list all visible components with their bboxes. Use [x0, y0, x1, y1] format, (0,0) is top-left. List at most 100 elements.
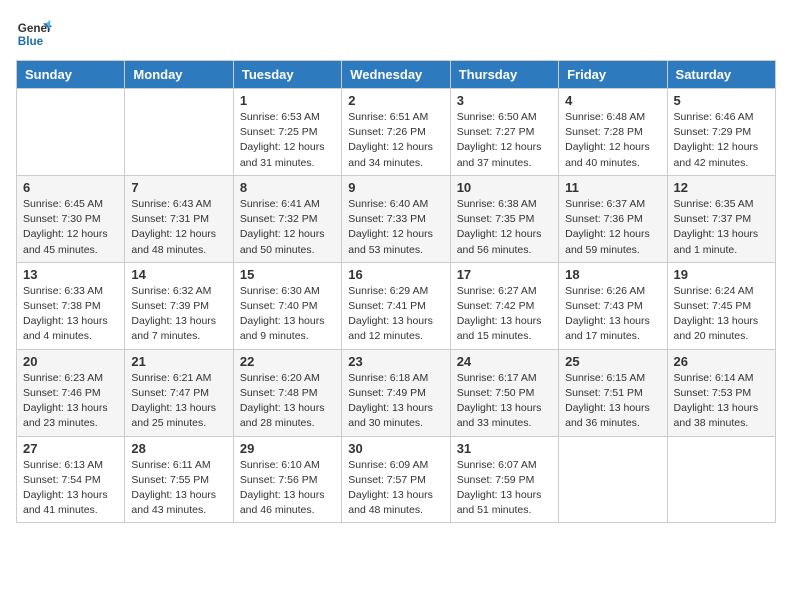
day-detail: Sunrise: 6:38 AM Sunset: 7:35 PM Dayligh… [457, 197, 552, 258]
calendar-cell: 17 Sunrise: 6:27 AM Sunset: 7:42 PM Dayli… [450, 262, 558, 349]
day-detail: Sunrise: 6:14 AM Sunset: 7:53 PM Dayligh… [674, 371, 769, 432]
weekday-header-tuesday: Tuesday [233, 61, 341, 89]
day-number: 10 [457, 180, 552, 195]
day-number: 11 [565, 180, 660, 195]
calendar-week-4: 20Sunrise: 6:23 AM Sunset: 7:46 PM Dayli… [17, 349, 776, 436]
day-detail: Sunrise: 6:20 AM Sunset: 7:48 PM Dayligh… [240, 371, 335, 432]
day-number: 23 [348, 354, 443, 369]
day-number: 12 [674, 180, 769, 195]
calendar-cell: 28Sunrise: 6:11 AM Sunset: 7:55 PM Dayli… [125, 436, 233, 523]
day-number: 4 [565, 93, 660, 108]
day-detail: Sunrise: 6:15 AM Sunset: 7:51 PM Dayligh… [565, 371, 660, 432]
calendar-cell: 20Sunrise: 6:23 AM Sunset: 7:46 PM Dayli… [17, 349, 125, 436]
day-number: 2 [348, 93, 443, 108]
day-detail: Sunrise: 6:13 AM Sunset: 7:54 PM Dayligh… [23, 458, 118, 519]
calendar-cell [667, 436, 775, 523]
day-detail: Sunrise: 6:46 AM Sunset: 7:29 PM Dayligh… [674, 110, 769, 171]
day-detail: Sunrise: 6:35 AM Sunset: 7:37 PM Dayligh… [674, 197, 769, 258]
weekday-header-sunday: Sunday [17, 61, 125, 89]
day-detail: Sunrise: 6:41 AM Sunset: 7:32 PM Dayligh… [240, 197, 335, 258]
day-number: 13 [23, 267, 118, 282]
calendar-cell: 16Sunrise: 6:29 AM Sunset: 7:41 PM Dayli… [342, 262, 450, 349]
calendar-cell: 12 Sunrise: 6:35 AM Sunset: 7:37 PM Dayli… [667, 175, 775, 262]
day-number: 31 [457, 441, 552, 456]
day-number: 29 [240, 441, 335, 456]
weekday-header-wednesday: Wednesday [342, 61, 450, 89]
day-detail: Sunrise: 6:29 AM Sunset: 7:41 PM Dayligh… [348, 284, 443, 345]
day-detail: Sunrise: 6:07 AM Sunset: 7:59 PM Dayligh… [457, 458, 552, 519]
logo: General Blue [16, 16, 52, 52]
weekday-header-thursday: Thursday [450, 61, 558, 89]
page-header: General Blue [16, 16, 776, 52]
day-detail: Sunrise: 6:45 AM Sunset: 7:30 PM Dayligh… [23, 197, 118, 258]
weekday-header-monday: Monday [125, 61, 233, 89]
day-number: 6 [23, 180, 118, 195]
calendar-cell: 5 Sunrise: 6:46 AM Sunset: 7:29 PM Daylig… [667, 89, 775, 176]
calendar-cell: 21 Sunrise: 6:21 AM Sunset: 7:47 PM Dayli… [125, 349, 233, 436]
calendar-cell: 27 Sunrise: 6:13 AM Sunset: 7:54 PM Dayli… [17, 436, 125, 523]
calendar-cell: 24Sunrise: 6:17 AM Sunset: 7:50 PM Dayli… [450, 349, 558, 436]
day-detail: Sunrise: 6:43 AM Sunset: 7:31 PM Dayligh… [131, 197, 226, 258]
day-number: 15 [240, 267, 335, 282]
calendar-cell: 31 Sunrise: 6:07 AM Sunset: 7:59 PM Dayli… [450, 436, 558, 523]
day-number: 20 [23, 354, 118, 369]
calendar-cell: 22Sunrise: 6:20 AM Sunset: 7:48 PM Dayli… [233, 349, 341, 436]
day-number: 28 [131, 441, 226, 456]
calendar-cell: 9Sunrise: 6:40 AM Sunset: 7:33 PM Daylig… [342, 175, 450, 262]
day-number: 7 [131, 180, 226, 195]
calendar-cell: 19 Sunrise: 6:24 AM Sunset: 7:45 PM Dayli… [667, 262, 775, 349]
day-detail: Sunrise: 6:37 AM Sunset: 7:36 PM Dayligh… [565, 197, 660, 258]
calendar-cell: 7 Sunrise: 6:43 AM Sunset: 7:31 PM Daylig… [125, 175, 233, 262]
weekday-header-friday: Friday [559, 61, 667, 89]
weekday-header-saturday: Saturday [667, 61, 775, 89]
calendar-cell: 14 Sunrise: 6:32 AM Sunset: 7:39 PM Dayli… [125, 262, 233, 349]
day-detail: Sunrise: 6:53 AM Sunset: 7:25 PM Dayligh… [240, 110, 335, 171]
calendar-cell: 1Sunrise: 6:53 AM Sunset: 7:25 PM Daylig… [233, 89, 341, 176]
calendar-cell: 4 Sunrise: 6:48 AM Sunset: 7:28 PM Daylig… [559, 89, 667, 176]
day-number: 21 [131, 354, 226, 369]
calendar-cell: 13 Sunrise: 6:33 AM Sunset: 7:38 PM Dayli… [17, 262, 125, 349]
day-detail: Sunrise: 6:50 AM Sunset: 7:27 PM Dayligh… [457, 110, 552, 171]
day-number: 17 [457, 267, 552, 282]
calendar-cell: 6 Sunrise: 6:45 AM Sunset: 7:30 PM Daylig… [17, 175, 125, 262]
calendar-cell: 30 Sunrise: 6:09 AM Sunset: 7:57 PM Dayli… [342, 436, 450, 523]
day-number: 25 [565, 354, 660, 369]
calendar-cell: 3Sunrise: 6:50 AM Sunset: 7:27 PM Daylig… [450, 89, 558, 176]
day-detail: Sunrise: 6:30 AM Sunset: 7:40 PM Dayligh… [240, 284, 335, 345]
calendar-cell: 2 Sunrise: 6:51 AM Sunset: 7:26 PM Daylig… [342, 89, 450, 176]
day-detail: Sunrise: 6:48 AM Sunset: 7:28 PM Dayligh… [565, 110, 660, 171]
calendar-cell [559, 436, 667, 523]
day-number: 14 [131, 267, 226, 282]
calendar-cell: 15 Sunrise: 6:30 AM Sunset: 7:40 PM Dayli… [233, 262, 341, 349]
calendar-cell: 23Sunrise: 6:18 AM Sunset: 7:49 PM Dayli… [342, 349, 450, 436]
day-detail: Sunrise: 6:32 AM Sunset: 7:39 PM Dayligh… [131, 284, 226, 345]
day-number: 27 [23, 441, 118, 456]
day-detail: Sunrise: 6:09 AM Sunset: 7:57 PM Dayligh… [348, 458, 443, 519]
day-detail: Sunrise: 6:10 AM Sunset: 7:56 PM Dayligh… [240, 458, 335, 519]
weekday-header-row: SundayMondayTuesdayWednesdayThursdayFrid… [17, 61, 776, 89]
day-detail: Sunrise: 6:51 AM Sunset: 7:26 PM Dayligh… [348, 110, 443, 171]
day-number: 8 [240, 180, 335, 195]
day-detail: Sunrise: 6:21 AM Sunset: 7:47 PM Dayligh… [131, 371, 226, 432]
calendar-cell: 29 Sunrise: 6:10 AM Sunset: 7:56 PM Dayli… [233, 436, 341, 523]
svg-text:Blue: Blue [18, 35, 44, 48]
logo-icon: General Blue [16, 16, 52, 52]
day-number: 18 [565, 267, 660, 282]
calendar-cell [17, 89, 125, 176]
day-detail: Sunrise: 6:33 AM Sunset: 7:38 PM Dayligh… [23, 284, 118, 345]
day-detail: Sunrise: 6:26 AM Sunset: 7:43 PM Dayligh… [565, 284, 660, 345]
calendar-cell: 18 Sunrise: 6:26 AM Sunset: 7:43 PM Dayli… [559, 262, 667, 349]
day-detail: Sunrise: 6:24 AM Sunset: 7:45 PM Dayligh… [674, 284, 769, 345]
calendar-week-1: 1Sunrise: 6:53 AM Sunset: 7:25 PM Daylig… [17, 89, 776, 176]
calendar-cell: 8 Sunrise: 6:41 AM Sunset: 7:32 PM Daylig… [233, 175, 341, 262]
day-detail: Sunrise: 6:27 AM Sunset: 7:42 PM Dayligh… [457, 284, 552, 345]
day-detail: Sunrise: 6:40 AM Sunset: 7:33 PM Dayligh… [348, 197, 443, 258]
calendar-cell: 26 Sunrise: 6:14 AM Sunset: 7:53 PM Dayli… [667, 349, 775, 436]
day-number: 24 [457, 354, 552, 369]
calendar-cell [125, 89, 233, 176]
day-number: 26 [674, 354, 769, 369]
calendar-week-2: 6 Sunrise: 6:45 AM Sunset: 7:30 PM Daylig… [17, 175, 776, 262]
day-number: 19 [674, 267, 769, 282]
day-number: 30 [348, 441, 443, 456]
day-number: 5 [674, 93, 769, 108]
